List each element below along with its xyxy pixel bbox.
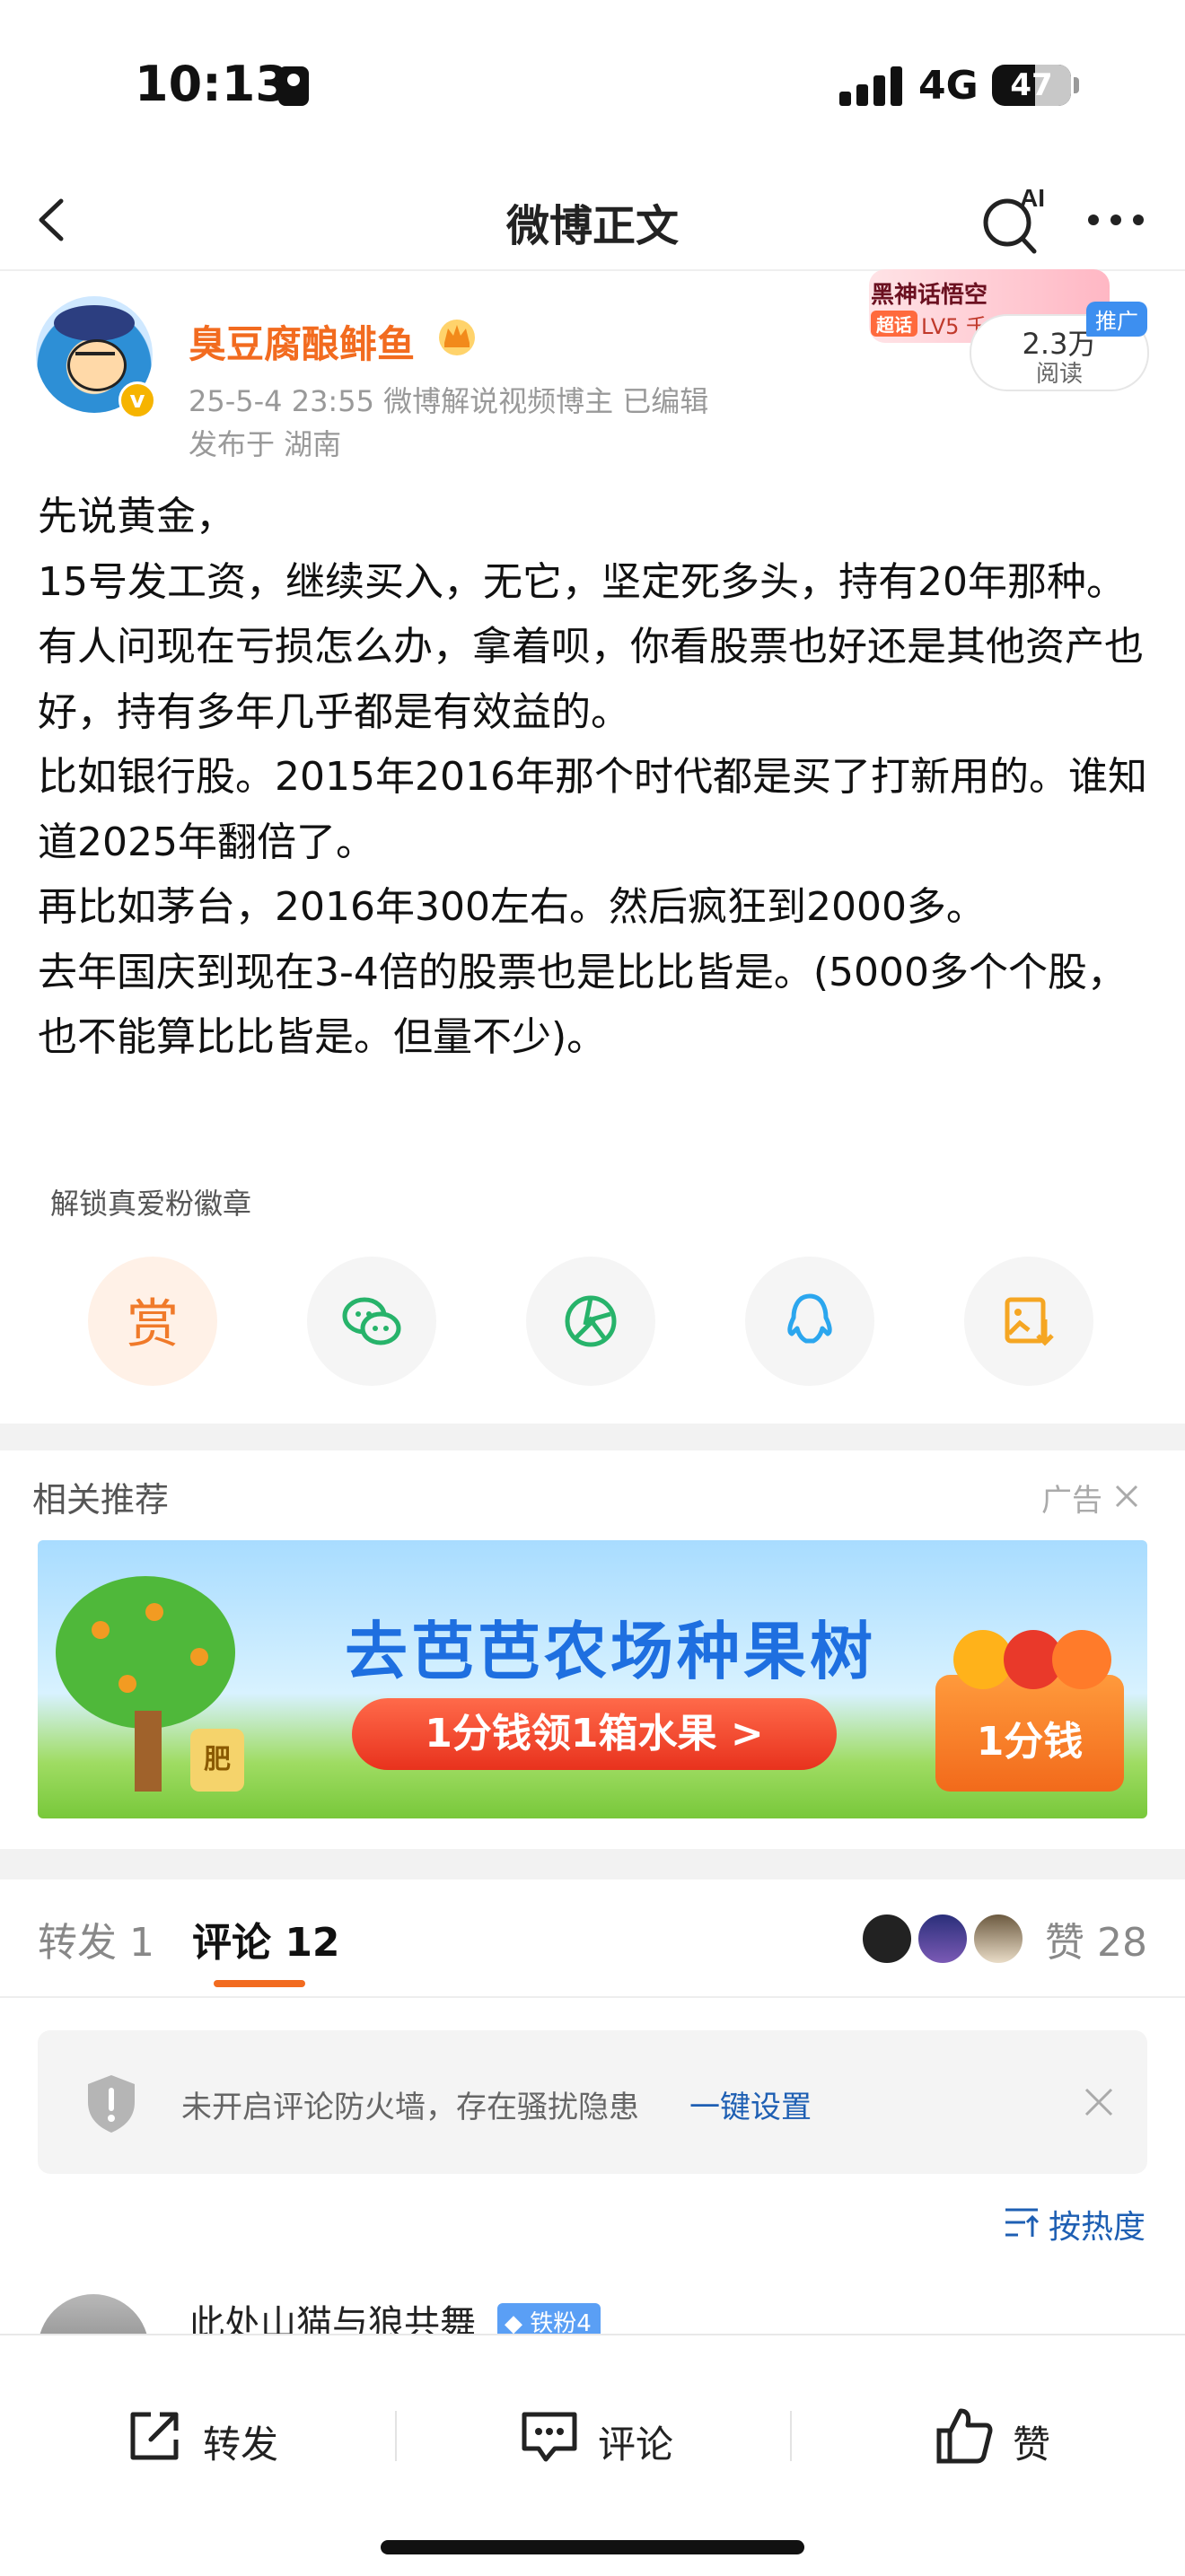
- ad-banner[interactable]: 肥 去芭芭农场种果树 1分钱领1箱水果 > 1分钱: [38, 1540, 1147, 1818]
- moments-icon: [565, 1295, 617, 1347]
- post-meta: 25-5-4 23:55 微博解说视频博主 已编辑: [189, 384, 709, 418]
- recommend-title: 相关推荐: [32, 1480, 170, 1520]
- tab-like[interactable]: 赞 28: [1045, 1910, 1147, 1967]
- section-divider: [0, 1849, 1185, 1879]
- post-paragraph: 比如银行股。2015年2016年那个时代都是买了打新用的。谁知道2025年翻倍了…: [38, 754, 1147, 865]
- save-image-button[interactable]: [964, 1257, 1093, 1386]
- status-time: 10:13: [135, 56, 289, 112]
- reward-label: 赏: [126, 1293, 179, 1354]
- repost-icon: [130, 2412, 179, 2460]
- read-label: 阅读: [1035, 361, 1083, 388]
- author-name[interactable]: 臭豆腐酿鲱鱼: [189, 314, 415, 369]
- post-paragraph: 15号发工资，继续买入，无它，坚定死多头，持有20年那种。: [38, 558, 1126, 605]
- tab-repost[interactable]: 转发 1: [38, 1910, 154, 1967]
- firewall-setup-link[interactable]: 一键设置: [689, 2082, 812, 2126]
- topic-tag: 超话: [871, 311, 917, 337]
- like-label: 赞: [1013, 2423, 1051, 2466]
- firewall-text: 未开启评论防火墙，存在骚扰隐患: [181, 2090, 639, 2125]
- thumbs-up-icon: [936, 2408, 993, 2464]
- battery-level: 47: [1010, 67, 1053, 103]
- liker-avatar[interactable]: [971, 1912, 1025, 1966]
- tab-active-indicator: [214, 1980, 305, 1987]
- person-icon: [278, 66, 309, 106]
- comment-icon: [522, 2412, 577, 2462]
- post-paragraph: 再比如茅台，2016年300左右。然后疯狂到2000多。: [38, 884, 986, 930]
- unlock-badge-hint: 解锁真爱粉徽章: [50, 1187, 252, 1221]
- qq-icon: [787, 1293, 832, 1344]
- post-location: 发布于 湖南: [189, 427, 342, 461]
- comment-firewall-notice: 未开启评论防火墙，存在骚扰隐患 一键设置: [38, 2030, 1147, 2174]
- crown-icon[interactable]: [435, 316, 478, 355]
- repost-label: 转发: [203, 2423, 279, 2466]
- verified-badge-icon: v: [118, 381, 156, 419]
- close-icon[interactable]: [1083, 2086, 1115, 2118]
- shield-icon: [88, 2075, 135, 2133]
- share-moments-button[interactable]: [526, 1257, 655, 1386]
- comment-label: 评论: [598, 2423, 674, 2466]
- tab-comment[interactable]: 评论 12: [192, 1910, 340, 1967]
- post-paragraph: 有人问现在亏损怎么办，拿着呗，你看股票也好还是其他资产也好，持有多年几乎都是有效…: [38, 624, 1144, 735]
- fertilizer-pot: 肥: [190, 1729, 244, 1792]
- bottom-separator: [790, 2411, 792, 2461]
- battery-tip: [1074, 77, 1079, 93]
- section-divider: [0, 1424, 1185, 1450]
- liker-avatar[interactable]: [916, 1912, 970, 1966]
- ai-search-icon[interactable]: AI: [979, 183, 1050, 255]
- signal-icon: [839, 65, 902, 106]
- post-body: 先说黄金， 15号发工资，继续买入，无它，坚定死多头，持有20年那种。 有人问现…: [38, 485, 1151, 1071]
- network-label: 4G: [918, 63, 979, 109]
- close-icon[interactable]: [1113, 1483, 1140, 1510]
- bottom-separator: [395, 2411, 397, 2461]
- tab-divider: [0, 1996, 1185, 1998]
- bottom-action-bar: 转发 评论 赞: [0, 2334, 1185, 2576]
- nav-bar: 微博正文 AI: [0, 171, 1185, 271]
- sort-by-hot[interactable]: 按热度: [1049, 2201, 1146, 2247]
- ad-cta-button[interactable]: 1分钱领1箱水果 >: [352, 1698, 837, 1770]
- battery-icon: 47: [992, 65, 1071, 106]
- fruit-box-label: 1分钱: [976, 1719, 1084, 1765]
- promo-tag[interactable]: 推广: [1086, 302, 1147, 337]
- liker-avatar[interactable]: [860, 1912, 914, 1966]
- share-wechat-button[interactable]: [307, 1257, 436, 1386]
- sort-icon[interactable]: [1004, 2206, 1040, 2239]
- share-qq-button[interactable]: [745, 1257, 874, 1386]
- post-paragraph: 去年国庆到现在3-4倍的股票也是比比皆是。(5000多个个股，也不能算比比皆是。…: [38, 949, 1128, 1061]
- post-paragraph: 先说黄金，: [38, 494, 235, 539]
- ai-label: AI: [1020, 184, 1045, 212]
- fruit-box-image: 1分钱: [935, 1630, 1124, 1792]
- home-indicator: [381, 2540, 804, 2554]
- status-bar: 10:13 4G 47: [0, 0, 1185, 171]
- wechat-icon: [342, 1297, 401, 1345]
- ad-label: 广告: [1041, 1483, 1102, 1519]
- more-icon[interactable]: [1086, 206, 1146, 233]
- topic-title: 黑神话悟空: [871, 282, 988, 309]
- reward-button[interactable]: 赏: [88, 1257, 217, 1386]
- save-image-icon: [1005, 1297, 1054, 1346]
